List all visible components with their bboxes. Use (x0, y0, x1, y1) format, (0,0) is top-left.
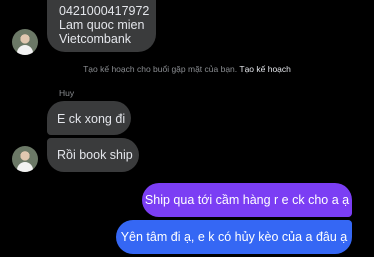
system-notice-text: Tạo kế hoạch cho buổi gặp mặt của bạn. (83, 64, 238, 74)
message-line-bank-name: Vietcombank (59, 32, 132, 46)
contact-avatar[interactable] (12, 29, 38, 55)
message-text: Ship qua tới cầm hàng r e ck cho a ạ (144, 193, 350, 207)
contact-avatar[interactable] (12, 146, 38, 172)
message-text: E ck xong đi (57, 112, 126, 126)
message-line-account-number: 0421000417972 (59, 4, 150, 18)
system-notice: Tạo kế hoạch cho buổi gặp mặt của bạn. T… (0, 64, 374, 74)
message-bubble-outgoing[interactable]: Yên tâm đi ạ, e k có hủy kèo của a đâu ạ (116, 220, 352, 254)
message-line-account-name: Lam quoc mien (59, 18, 145, 32)
message-text: Rồi book ship (57, 148, 133, 162)
create-plan-link[interactable]: Tạo kế hoạch (239, 64, 291, 74)
message-text: Yên tâm đi ạ, e k có hủy kèo của a đâu ạ (120, 230, 348, 244)
message-bubble-incoming[interactable]: E ck xong đi (47, 101, 131, 135)
sender-name: Huy (59, 88, 75, 98)
message-bubble-account-info[interactable]: 0421000417972 Lam quoc mien Vietcombank (47, 0, 156, 52)
message-bubble-outgoing[interactable]: Ship qua tới cầm hàng r e ck cho a ạ (142, 183, 352, 217)
message-bubble-incoming[interactable]: Rồi book ship (47, 138, 139, 172)
